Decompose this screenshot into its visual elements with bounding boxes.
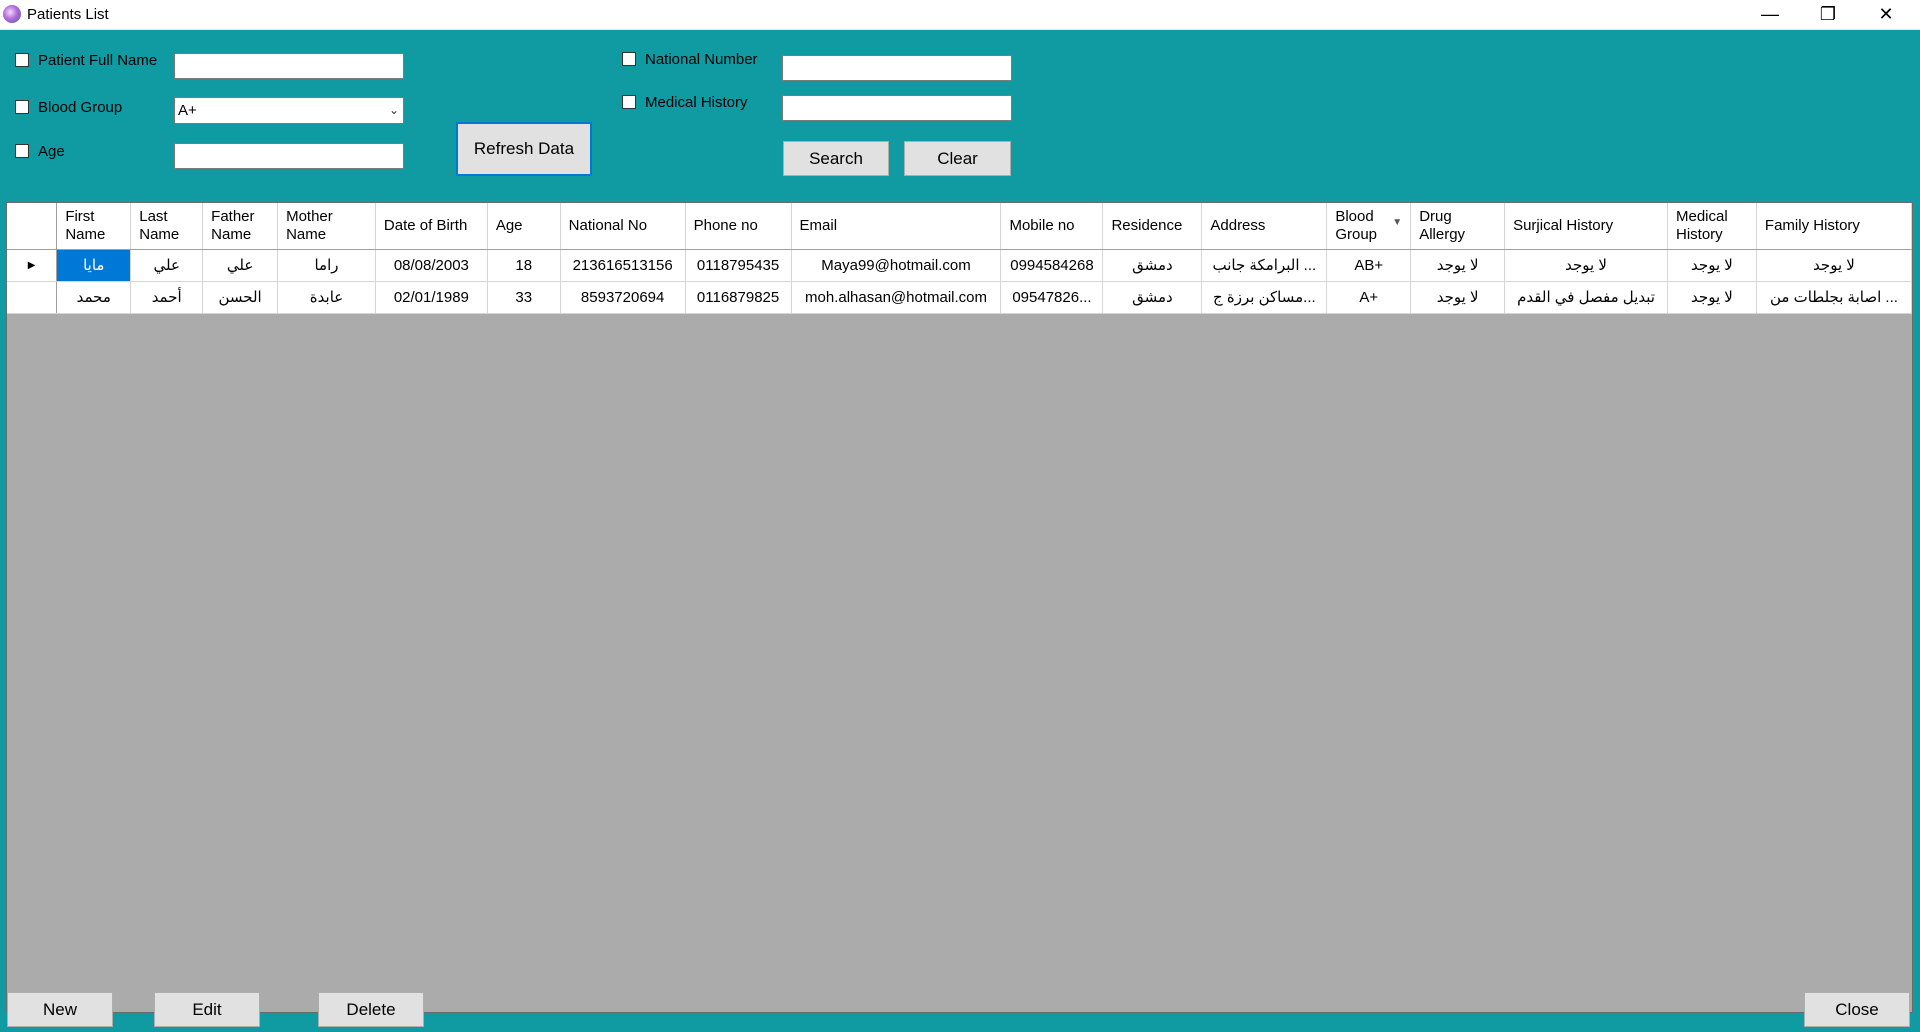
- national-number-checkbox[interactable]: [622, 52, 636, 66]
- minimize-button[interactable]: —: [1741, 0, 1799, 29]
- table-cell[interactable]: اصابة بجلطات من ...: [1756, 281, 1912, 314]
- table-cell[interactable]: علي: [202, 249, 279, 282]
- patient-full-name-label: Patient Full Name: [38, 52, 158, 69]
- national-number-input[interactable]: [782, 55, 1012, 81]
- delete-button[interactable]: Delete: [318, 992, 424, 1027]
- table-cell[interactable]: 18: [487, 249, 561, 282]
- column-header[interactable]: Family History: [1756, 203, 1912, 250]
- table-cell[interactable]: 02/01/1989: [375, 281, 488, 314]
- grid-header-row: First Name Last Name Father Name Mother Nam…: [7, 203, 1912, 250]
- column-header[interactable]: Surjical History: [1504, 203, 1668, 250]
- close-button[interactable]: Close: [1804, 992, 1910, 1027]
- age-checkbox[interactable]: [15, 144, 29, 158]
- table-cell[interactable]: الحسن: [202, 281, 279, 314]
- table-cell[interactable]: لا يوجد: [1756, 249, 1912, 282]
- chevron-down-icon: ⌄: [388, 103, 399, 117]
- current-row-indicator[interactable]: ▶: [7, 249, 58, 282]
- table-cell[interactable]: 33: [487, 281, 561, 314]
- table-cell[interactable]: AB+: [1326, 249, 1412, 282]
- table-cell[interactable]: لا يوجد: [1504, 249, 1668, 282]
- table-cell[interactable]: راما: [277, 249, 376, 282]
- column-header[interactable]: Mother Name: [277, 203, 376, 250]
- window-title: Patients List: [27, 6, 109, 23]
- sort-indicator-icon: ▼: [1392, 216, 1403, 228]
- title-bar: Patients List — ❐ ✕: [0, 0, 1920, 30]
- maximize-button[interactable]: ❐: [1799, 0, 1857, 29]
- table-cell[interactable]: 0118795435: [685, 249, 792, 282]
- table-cell[interactable]: moh.alhasan@hotmail.com: [791, 281, 1002, 314]
- medical-history-input[interactable]: [782, 95, 1012, 121]
- patient-full-name-input[interactable]: [174, 53, 404, 79]
- patients-table: First Name Last Name Father Name Mother Nam…: [7, 203, 1912, 314]
- age-label: Age: [38, 143, 65, 160]
- table-cell[interactable]: لا يوجد: [1410, 249, 1506, 282]
- national-number-label: National Number: [645, 51, 758, 68]
- column-header[interactable]: Medical History: [1667, 203, 1757, 250]
- app-icon: [3, 5, 21, 23]
- table-cell[interactable]: لا يوجد: [1667, 281, 1757, 314]
- table-cell[interactable]: 0116879825: [685, 281, 792, 314]
- column-header[interactable]: Last Name: [130, 203, 204, 250]
- table-cell[interactable]: علي: [130, 249, 204, 282]
- patients-window: Patient Full Name Blood Group A+ ⌄ Age R…: [0, 30, 1920, 1032]
- table-cell[interactable]: محمد: [56, 281, 132, 314]
- patients-grid[interactable]: First Name Last Name Father Name Mother Nam…: [6, 202, 1913, 1013]
- search-button[interactable]: Search: [783, 141, 889, 176]
- column-header[interactable]: First Name: [56, 203, 132, 250]
- blood-group-value: A+: [178, 102, 197, 119]
- table-row[interactable]: محمد أحمد الحسن عابدة 02/01/1989 33 8593720694…: [7, 281, 1912, 314]
- column-header[interactable]: National No: [560, 203, 686, 250]
- table-cell[interactable]: دمشق: [1102, 249, 1203, 282]
- column-header[interactable]: Phone no: [685, 203, 792, 250]
- blood-group-select[interactable]: A+ ⌄: [174, 97, 404, 124]
- table-cell[interactable]: مايا: [56, 249, 132, 282]
- edit-button[interactable]: Edit: [154, 992, 260, 1027]
- table-row[interactable]: ▶ مايا علي علي راما 08/08/2003 18 213616513156 0…: [7, 249, 1912, 282]
- grid-corner-cell: [7, 203, 58, 250]
- clear-button[interactable]: Clear: [904, 141, 1011, 176]
- column-header[interactable]: Date of Birth: [375, 203, 488, 250]
- table-cell[interactable]: لا يوجد: [1410, 281, 1506, 314]
- blood-group-label: Blood Group: [38, 99, 123, 116]
- column-header[interactable]: Drug Allergy: [1410, 203, 1506, 250]
- table-cell[interactable]: 0994584268: [1000, 249, 1104, 282]
- close-window-button[interactable]: ✕: [1857, 0, 1915, 29]
- table-cell[interactable]: 213616513156: [560, 249, 686, 282]
- column-header[interactable]: ▼ Blood Group: [1326, 203, 1412, 250]
- table-cell[interactable]: 8593720694: [560, 281, 686, 314]
- new-button[interactable]: New: [7, 992, 113, 1027]
- blood-group-checkbox[interactable]: [15, 100, 29, 114]
- column-header[interactable]: Email: [791, 203, 1002, 250]
- column-header[interactable]: Age: [487, 203, 561, 250]
- patient-full-name-checkbox[interactable]: [15, 53, 29, 67]
- column-header[interactable]: Mobile no: [1000, 203, 1104, 250]
- table-cell[interactable]: البرامكة جانب ...: [1201, 249, 1328, 282]
- table-cell[interactable]: عابدة: [277, 281, 376, 314]
- column-header[interactable]: Father Name: [202, 203, 279, 250]
- medical-history-checkbox[interactable]: [622, 95, 636, 109]
- table-cell[interactable]: تبديل مفصل في القدم: [1504, 281, 1668, 314]
- table-cell[interactable]: Maya99@hotmail.com: [791, 249, 1002, 282]
- table-cell[interactable]: مساكن برزة ج...: [1201, 281, 1328, 314]
- age-input[interactable]: [174, 143, 404, 169]
- table-cell[interactable]: لا يوجد: [1667, 249, 1757, 282]
- column-header[interactable]: Residence: [1102, 203, 1203, 250]
- table-cell[interactable]: أحمد: [130, 281, 204, 314]
- table-cell[interactable]: دمشق: [1102, 281, 1203, 314]
- refresh-data-button[interactable]: Refresh Data: [456, 122, 592, 176]
- medical-history-label: Medical History: [645, 94, 748, 111]
- table-cell[interactable]: A+: [1326, 281, 1412, 314]
- row-header[interactable]: [7, 281, 58, 314]
- table-cell[interactable]: 08/08/2003: [375, 249, 488, 282]
- table-cell[interactable]: 09547826...: [1000, 281, 1104, 314]
- column-header[interactable]: Address: [1201, 203, 1328, 250]
